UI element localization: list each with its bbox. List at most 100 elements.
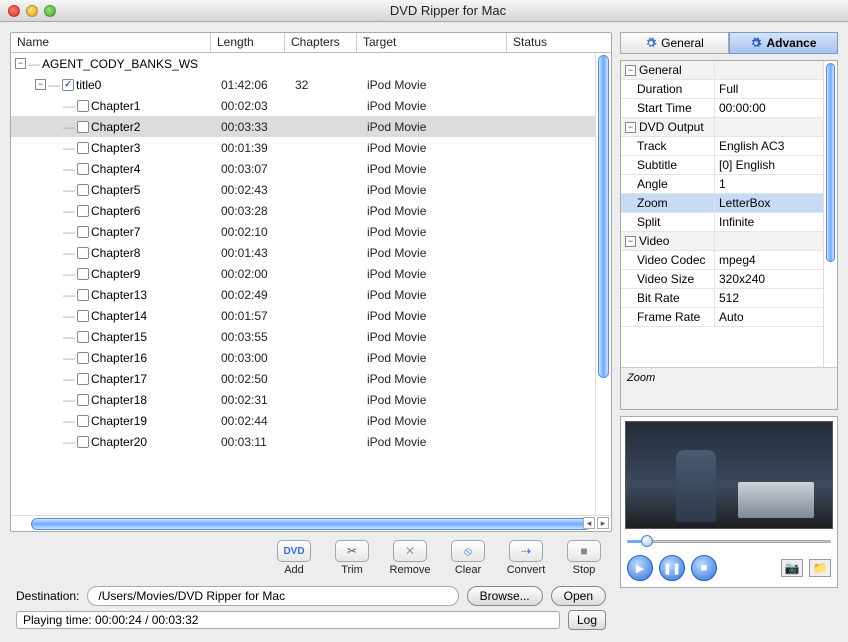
trim-button[interactable]: ✂Trim: [330, 540, 374, 576]
chapter-checkbox[interactable]: [77, 436, 89, 448]
prop-value[interactable]: 512: [715, 289, 837, 307]
chapter-checkbox[interactable]: [77, 394, 89, 406]
chapter-checkbox[interactable]: [77, 247, 89, 259]
collapse-icon[interactable]: −: [35, 79, 46, 90]
open-button[interactable]: Open: [551, 586, 606, 606]
tree-chapter-row[interactable]: — Chapter500:02:43iPod Movie: [11, 179, 611, 200]
tree-chapter-row[interactable]: — Chapter600:03:28iPod Movie: [11, 200, 611, 221]
horizontal-scrollbar[interactable]: ◂▸: [11, 515, 611, 531]
prop-value[interactable]: [0] English: [715, 156, 837, 174]
prop-value[interactable]: English AC3: [715, 137, 837, 155]
propgrid-row[interactable]: TrackEnglish AC3: [621, 137, 837, 156]
destination-input[interactable]: [87, 586, 458, 606]
clear-button[interactable]: ⦸Clear: [446, 540, 490, 576]
open-folder-button[interactable]: 📁: [809, 559, 831, 577]
tree-disc-row[interactable]: −—AGENT_CODY_BANKS_WS: [11, 53, 611, 74]
prop-value[interactable]: mpeg4: [715, 251, 837, 269]
minimize-window-button[interactable]: [26, 5, 38, 17]
chapter-checkbox[interactable]: [77, 289, 89, 301]
chapter-checkbox[interactable]: [77, 310, 89, 322]
add-button[interactable]: DVDAdd: [272, 540, 316, 576]
tree-chapter-row[interactable]: — Chapter1800:02:31iPod Movie: [11, 389, 611, 410]
tree-title-row[interactable]: −— title001:42:0632iPod Movie: [11, 74, 611, 95]
propgrid-row[interactable]: DurationFull: [621, 80, 837, 99]
propgrid-scrollbar[interactable]: [823, 61, 837, 367]
prop-value[interactable]: 320x240: [715, 270, 837, 288]
propgrid-row[interactable]: Video Codecmpeg4: [621, 251, 837, 270]
propgrid-row[interactable]: Start Time00:00:00: [621, 99, 837, 118]
seek-slider[interactable]: [625, 533, 833, 549]
chapter-checkbox[interactable]: [77, 121, 89, 133]
tree-chapter-row[interactable]: — Chapter1500:03:55iPod Movie: [11, 326, 611, 347]
tree-chapter-row[interactable]: — Chapter100:02:03iPod Movie: [11, 95, 611, 116]
propgrid-row[interactable]: Frame RateAuto: [621, 308, 837, 327]
propgrid-row[interactable]: ZoomLetterBox: [621, 194, 837, 213]
tree-chapter-row[interactable]: — Chapter400:03:07iPod Movie: [11, 158, 611, 179]
col-name[interactable]: Name: [11, 33, 211, 52]
tree-chapter-row[interactable]: — Chapter1700:02:50iPod Movie: [11, 368, 611, 389]
play-button[interactable]: ▶: [627, 555, 653, 581]
chapter-target: iPod Movie: [361, 141, 511, 155]
prop-value[interactable]: 00:00:00: [715, 99, 837, 117]
close-window-button[interactable]: [8, 5, 20, 17]
pause-button[interactable]: ❚❚: [659, 555, 685, 581]
propgrid-group[interactable]: − Video: [621, 232, 837, 251]
collapse-icon[interactable]: −: [15, 58, 26, 69]
chapter-checkbox[interactable]: [77, 100, 89, 112]
propgrid-group[interactable]: − DVD Output: [621, 118, 837, 137]
propgrid-row[interactable]: SplitInfinite: [621, 213, 837, 232]
prop-value[interactable]: Infinite: [715, 213, 837, 231]
col-chapters[interactable]: Chapters: [285, 33, 357, 52]
tree-chapter-row[interactable]: — Chapter1300:02:49iPod Movie: [11, 284, 611, 305]
col-status[interactable]: Status: [507, 33, 611, 52]
propgrid-row[interactable]: Subtitle[0] English: [621, 156, 837, 175]
player-stop-button[interactable]: ■: [691, 555, 717, 581]
snapshot-button[interactable]: 📷: [781, 559, 803, 577]
chapter-checkbox[interactable]: [77, 415, 89, 427]
convert-button[interactable]: ⇢Convert: [504, 540, 548, 576]
remove-button[interactable]: ✕Remove: [388, 540, 432, 576]
tree-chapter-row[interactable]: — Chapter1400:01:57iPod Movie: [11, 305, 611, 326]
col-target[interactable]: Target: [357, 33, 507, 52]
collapse-icon[interactable]: −: [625, 65, 636, 76]
prop-value[interactable]: Auto: [715, 308, 837, 326]
scroll-left-icon[interactable]: ◂: [583, 517, 595, 529]
propgrid-row[interactable]: Bit Rate512: [621, 289, 837, 308]
collapse-icon[interactable]: −: [625, 236, 636, 247]
tree-chapter-row[interactable]: — Chapter1600:03:00iPod Movie: [11, 347, 611, 368]
tree-chapter-row[interactable]: — Chapter900:02:00iPod Movie: [11, 263, 611, 284]
tree-chapter-row[interactable]: — Chapter700:02:10iPod Movie: [11, 221, 611, 242]
tree-chapter-row[interactable]: — Chapter800:01:43iPod Movie: [11, 242, 611, 263]
chapter-checkbox[interactable]: [77, 352, 89, 364]
prop-value[interactable]: 1: [715, 175, 837, 193]
video-preview[interactable]: [625, 421, 833, 529]
tree-chapter-row[interactable]: — Chapter1900:02:44iPod Movie: [11, 410, 611, 431]
chapter-checkbox[interactable]: [77, 373, 89, 385]
zoom-window-button[interactable]: [44, 5, 56, 17]
propgrid-row[interactable]: Video Size320x240: [621, 270, 837, 289]
vertical-scrollbar[interactable]: [595, 53, 611, 515]
chapter-checkbox[interactable]: [77, 226, 89, 238]
stop-button[interactable]: ■Stop: [562, 540, 606, 576]
chapter-checkbox[interactable]: [77, 163, 89, 175]
propgrid-row[interactable]: Angle1: [621, 175, 837, 194]
prop-value[interactable]: LetterBox: [715, 194, 837, 212]
col-length[interactable]: Length: [211, 33, 285, 52]
browse-button[interactable]: Browse...: [467, 586, 543, 606]
tree-chapter-row[interactable]: — Chapter200:03:33iPod Movie: [11, 116, 611, 137]
chapter-checkbox[interactable]: [77, 184, 89, 196]
propgrid-group[interactable]: − General: [621, 61, 837, 80]
log-button[interactable]: Log: [568, 610, 606, 630]
tab-general[interactable]: General: [620, 32, 729, 54]
prop-value[interactable]: Full: [715, 80, 837, 98]
chapter-checkbox[interactable]: [77, 268, 89, 280]
chapter-checkbox[interactable]: [77, 142, 89, 154]
scroll-right-icon[interactable]: ▸: [597, 517, 609, 529]
chapter-checkbox[interactable]: [77, 331, 89, 343]
tree-chapter-row[interactable]: — Chapter300:01:39iPod Movie: [11, 137, 611, 158]
chapter-checkbox[interactable]: [77, 205, 89, 217]
title-checkbox[interactable]: [62, 79, 74, 91]
tree-chapter-row[interactable]: — Chapter2000:03:11iPod Movie: [11, 431, 611, 452]
collapse-icon[interactable]: −: [625, 122, 636, 133]
tab-advance[interactable]: Advance: [729, 32, 838, 54]
